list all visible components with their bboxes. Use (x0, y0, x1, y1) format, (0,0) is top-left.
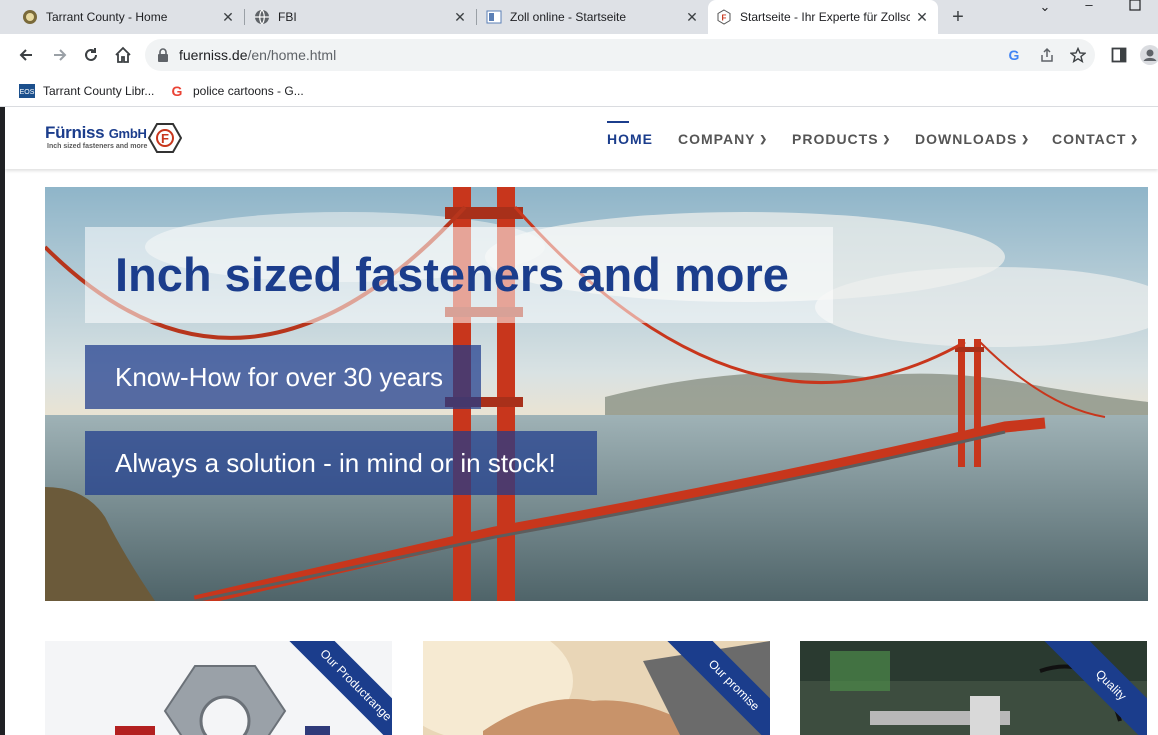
zoll-icon (486, 9, 502, 25)
chevron-down-icon[interactable]: ⌄ (1033, 0, 1057, 24)
site-logo[interactable]: Fürniss GmbH Inch sized fasteners and mo… (45, 123, 185, 155)
browser-tab[interactable]: Tarrant County - Home ✕ (14, 0, 244, 34)
svg-text:F: F (161, 131, 169, 146)
hero-banner: Inch sized fasteners and more Know-How f… (45, 187, 1148, 601)
logo-suffix: GmbH (108, 126, 147, 141)
google-translate-icon[interactable]: G (1005, 46, 1023, 64)
eos-icon: EOS (19, 83, 35, 99)
nav-label: CONTACT (1052, 131, 1127, 147)
side-panel-icon[interactable] (1107, 43, 1131, 67)
tab-strip: Tarrant County - Home ✕ FBI ✕ Zoll onlin… (0, 0, 1158, 34)
share-icon[interactable] (1038, 46, 1056, 64)
tab-separator (476, 9, 477, 25)
nav-label: COMPANY (678, 131, 756, 147)
hero-tagline-2: Always a solution - in mind or in stock! (85, 431, 597, 495)
active-nav-indicator (607, 121, 629, 123)
logo-brand: Fürniss GmbH (45, 123, 147, 143)
svg-text:F: F (722, 14, 727, 23)
hero-headline-box: Inch sized fasteners and more (85, 227, 833, 323)
browser-tab[interactable]: FBI ✕ (246, 0, 476, 34)
hero-tagline-1: Know-How for over 30 years (85, 345, 481, 409)
globe-icon (254, 9, 270, 25)
browser-toolbar: fuerniss.de/en/home.html G (0, 34, 1158, 76)
profile-avatar-icon[interactable] (1138, 43, 1158, 67)
url-domain: fuerniss.de (179, 47, 248, 63)
chevron-down-icon: ❯ (1021, 133, 1030, 144)
nav-products[interactable]: PRODUCTS ❯ (792, 129, 891, 149)
url-path: /en/home.html (247, 47, 337, 63)
url-text[interactable]: fuerniss.de/en/home.html (179, 47, 336, 63)
site-header: Fürniss GmbH Inch sized fasteners and mo… (5, 107, 1158, 169)
nav-label: DOWNLOADS (915, 131, 1018, 147)
back-icon[interactable] (14, 43, 38, 67)
card-quality[interactable]: Quality (800, 641, 1147, 735)
web-page: Fürniss GmbH Inch sized fasteners and mo… (5, 107, 1158, 735)
tab-title: Tarrant County - Home (46, 10, 168, 24)
fuerniss-icon: F (716, 9, 732, 25)
forward-icon[interactable] (48, 43, 72, 67)
bookmarks-bar: EOS Tarrant County Libr... G police cart… (0, 76, 1158, 107)
card-productrange[interactable]: Our Productrange (45, 641, 392, 735)
browser-tab-active[interactable]: F Startseite - Ihr Experte für Zollschra… (708, 0, 938, 34)
new-tab-icon[interactable]: + (946, 6, 970, 28)
minimize-icon[interactable]: – (1077, 0, 1101, 22)
google-icon: G (169, 83, 185, 99)
logo-emblem-icon: F (148, 123, 182, 153)
county-seal-icon (22, 9, 38, 25)
close-icon[interactable]: ✕ (684, 9, 700, 25)
tab-title: FBI (278, 10, 297, 24)
nav-label: PRODUCTS (792, 131, 879, 147)
logo-tagline: Inch sized fasteners and more (47, 143, 148, 150)
lock-icon[interactable] (157, 48, 169, 67)
logo-brand-name: Fürniss (45, 123, 105, 142)
maximize-icon[interactable] (1123, 0, 1147, 23)
chevron-down-icon: ❯ (759, 133, 769, 144)
bookmark-item[interactable]: EOS Tarrant County Libr... (19, 81, 154, 101)
home-icon[interactable] (111, 43, 135, 67)
browser-tab[interactable]: Zoll online - Startseite ✕ (478, 0, 708, 34)
nav-contact[interactable]: CONTACT ❯ (1052, 129, 1139, 149)
chevron-down-icon: ❯ (1130, 133, 1139, 144)
chevron-down-icon: ❯ (882, 133, 892, 144)
nav-downloads[interactable]: DOWNLOADS ❯ (915, 129, 1030, 149)
bookmark-label: Tarrant County Libr... (43, 84, 155, 98)
tab-separator (244, 9, 245, 25)
close-icon[interactable]: ✕ (914, 9, 930, 25)
bookmark-star-icon[interactable] (1069, 46, 1087, 64)
svg-text:G: G (1009, 47, 1020, 63)
svg-text:EOS: EOS (20, 89, 35, 96)
tab-title: Startseite - Ihr Experte für Zollschraub… (740, 10, 910, 24)
nav-home[interactable]: HOME (607, 129, 653, 149)
card-promise[interactable]: Our promise (423, 641, 770, 735)
close-icon[interactable]: ✕ (452, 9, 468, 25)
address-bar[interactable]: fuerniss.de/en/home.html G (145, 39, 1095, 71)
nav-company[interactable]: COMPANY ❯ (678, 129, 768, 149)
reload-icon[interactable] (79, 43, 103, 67)
svg-text:G: G (172, 83, 183, 99)
nav-label: HOME (607, 131, 653, 147)
bookmark-item[interactable]: G police cartoons - G... (169, 81, 304, 101)
hero-headline: Inch sized fasteners and more (115, 248, 789, 301)
tab-title: Zoll online - Startseite (510, 10, 627, 24)
bookmark-label: police cartoons - G... (193, 84, 304, 98)
close-icon[interactable]: ✕ (220, 9, 236, 25)
